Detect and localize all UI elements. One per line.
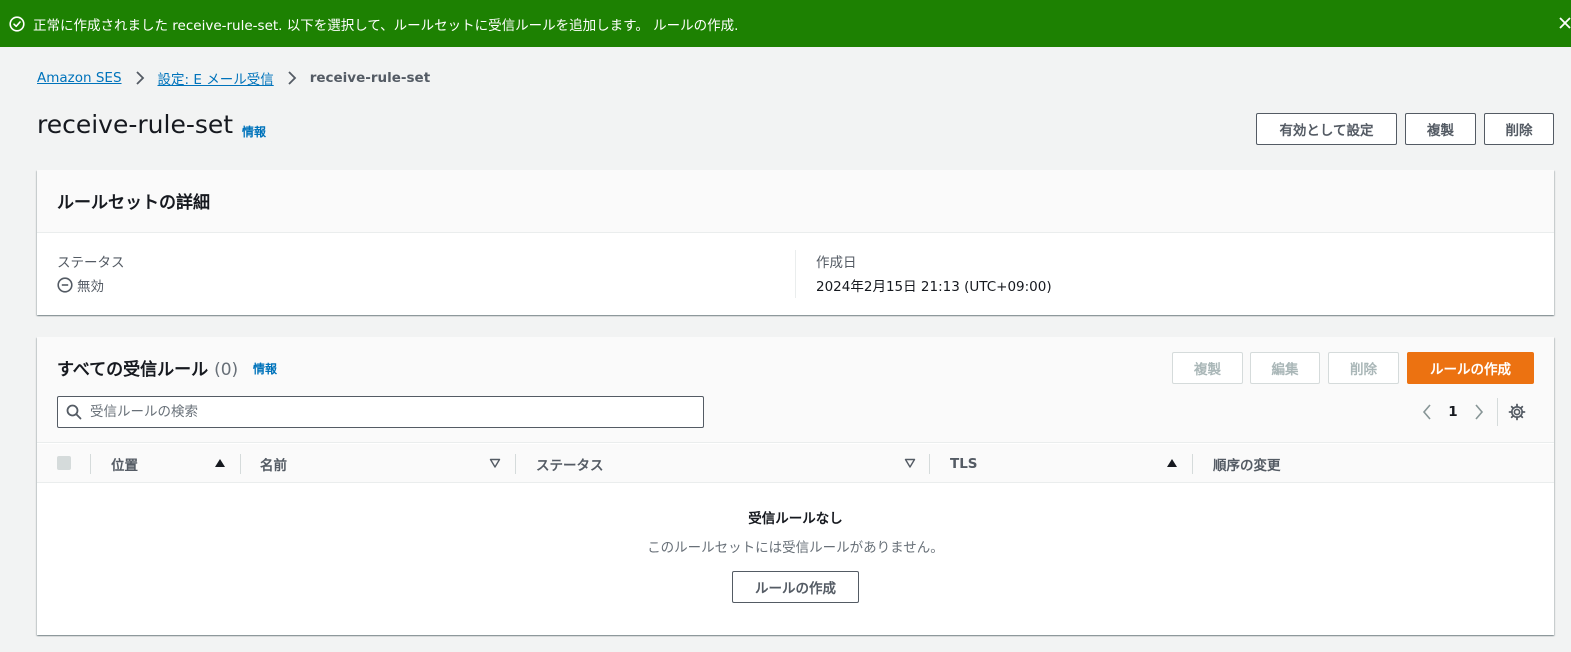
delete-rule-button[interactable]: 削除 xyxy=(1328,352,1399,384)
column-reorder: 順序の変更 xyxy=(1213,457,1281,474)
column-separator xyxy=(929,454,930,474)
column-separator xyxy=(1192,454,1193,474)
duplicate-rule-set-button[interactable]: 複製 xyxy=(1405,113,1476,145)
sort-descending-icon[interactable] xyxy=(904,457,916,469)
receipt-rules-panel: すべての受信ルール (0) 情報 複製 編集 削除 ルールの作成 1 xyxy=(37,337,1554,635)
select-all-checkbox[interactable] xyxy=(57,456,71,470)
duplicate-rule-button[interactable]: 複製 xyxy=(1172,352,1243,384)
success-flash-bar: 正常に作成されました receive-rule-set. 以下を選択して、ルール… xyxy=(0,0,1571,47)
column-separator xyxy=(90,454,91,474)
edit-rule-button[interactable]: 編集 xyxy=(1250,352,1320,384)
column-position[interactable]: 位置 xyxy=(111,444,138,483)
empty-create-rule-button[interactable]: ルールの作成 xyxy=(732,571,859,603)
sort-ascending-icon[interactable] xyxy=(1166,457,1178,469)
pager-divider xyxy=(1497,398,1498,426)
sort-ascending-icon[interactable] xyxy=(214,457,226,469)
page-title: receive-rule-set xyxy=(37,110,234,139)
delete-rule-set-button[interactable]: 削除 xyxy=(1484,113,1554,145)
close-icon[interactable] xyxy=(1557,13,1571,33)
empty-title: 受信ルールなし xyxy=(748,511,843,527)
search-box xyxy=(57,396,704,428)
created-label: 作成日 xyxy=(816,255,857,271)
chevron-right-icon xyxy=(287,71,297,85)
create-rule-button[interactable]: ルールの作成 xyxy=(1407,352,1534,384)
previous-page-icon[interactable] xyxy=(1417,404,1437,420)
set-active-button[interactable]: 有効として設定 xyxy=(1256,113,1397,145)
status-value: 無効 xyxy=(57,275,104,295)
breadcrumb-link-email-receiving[interactable]: 設定: E メール受信 xyxy=(158,68,274,88)
details-divider xyxy=(795,250,796,298)
pagination: 1 xyxy=(1417,398,1526,426)
details-title: ルールセットの詳細 xyxy=(57,193,210,213)
breadcrumb: Amazon SES 設定: E メール受信 receive-rule-set xyxy=(37,68,430,88)
breadcrumb-link-ses[interactable]: Amazon SES xyxy=(37,70,122,86)
search-input[interactable] xyxy=(90,404,670,420)
rules-title-text: すべての受信ルール xyxy=(57,360,209,380)
sort-descending-icon[interactable] xyxy=(489,457,501,469)
empty-message: このルールセットには受信ルールがありません。 xyxy=(647,540,944,556)
column-name[interactable]: 名前 xyxy=(260,444,287,483)
column-separator xyxy=(515,454,516,474)
rules-table-header: 位置 名前 ステータス TLS 順序の変更 xyxy=(37,444,1554,483)
column-status[interactable]: ステータス xyxy=(536,444,604,483)
gear-icon[interactable] xyxy=(1508,403,1526,421)
page-number[interactable]: 1 xyxy=(1445,404,1461,420)
details-header: ルールセットの詳細 xyxy=(37,170,1554,233)
rule-set-details-panel: ルールセットの詳細 ステータス 無効 作成日 2024年2月15日 21:13 … xyxy=(37,170,1554,315)
rules-title: すべての受信ルール (0) xyxy=(57,355,238,380)
rules-info-link[interactable]: 情報 xyxy=(253,360,277,377)
page-info-link[interactable]: 情報 xyxy=(242,123,266,140)
status-label: ステータス xyxy=(57,255,125,271)
breadcrumb-current: receive-rule-set xyxy=(309,70,431,86)
flash-message: 正常に作成されました receive-rule-set. 以下を選択して、ルール… xyxy=(33,17,739,34)
rules-header: すべての受信ルール (0) 情報 複製 編集 削除 ルールの作成 1 xyxy=(37,337,1554,443)
minus-circle-icon xyxy=(57,277,73,293)
search-icon xyxy=(66,404,82,420)
next-page-icon[interactable] xyxy=(1469,404,1489,420)
chevron-right-icon xyxy=(135,71,145,85)
created-value: 2024年2月15日 21:13 (UTC+09:00) xyxy=(816,279,1052,295)
rules-count: (0) xyxy=(214,360,239,380)
column-separator xyxy=(240,454,241,474)
empty-state: 受信ルールなし このルールセットには受信ルールがありません。 xyxy=(37,507,1554,556)
check-circle-icon xyxy=(9,15,25,32)
column-tls[interactable]: TLS xyxy=(950,444,978,483)
status-text: 無効 xyxy=(77,279,104,295)
